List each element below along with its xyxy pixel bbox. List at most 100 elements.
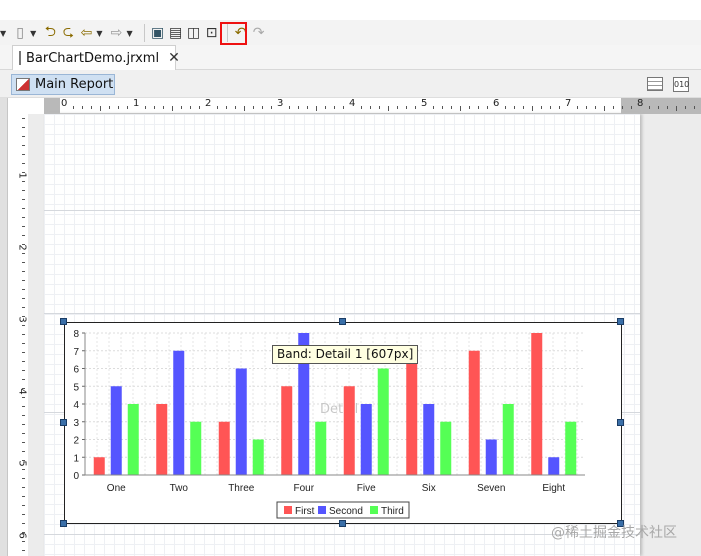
ruler-tick: [22, 406, 25, 407]
legend-swatch: [318, 506, 326, 514]
ruler-tick: [22, 379, 25, 380]
ruler-tick: [649, 106, 650, 109]
redo-icon[interactable]: ⮎: [60, 22, 76, 44]
close-icon[interactable]: ✕: [168, 50, 180, 66]
ruler-tick: [22, 397, 25, 398]
ruler-tick: [22, 280, 25, 281]
chevron-down-icon[interactable]: ▼: [96, 29, 102, 38]
ruler-label: 4: [16, 388, 28, 395]
ruler-tick: [289, 106, 290, 109]
ruler-tick: [532, 106, 533, 111]
band-button-highlight: [220, 22, 247, 45]
ruler-label: 1: [16, 172, 28, 179]
ruler-tick: [172, 106, 173, 111]
jrxml-file-icon: [19, 51, 21, 65]
ruler-tick: [22, 271, 25, 272]
resize-handle-mr[interactable]: [617, 419, 624, 426]
ruler-tick: [109, 106, 110, 109]
x-tick-label: Eight: [542, 483, 565, 494]
ruler-label: 4: [349, 98, 356, 109]
ruler-tick: [199, 106, 200, 109]
bar: [343, 386, 355, 475]
chevron-down-icon[interactable]: ▼: [0, 29, 6, 38]
ruler-tick: [22, 415, 25, 416]
editor-tabbar: BarChartDemo.jrxml ✕: [0, 45, 701, 70]
resize-handle-tm[interactable]: [339, 318, 346, 325]
tab-label: BarChartDemo.jrxml: [26, 50, 160, 66]
ruler-tick: [244, 106, 245, 111]
band-separator: [44, 210, 640, 211]
layout-icon[interactable]: [647, 77, 663, 91]
ruler-tick: [22, 550, 25, 551]
resize-handle-bm[interactable]: [339, 520, 346, 527]
bar: [190, 421, 202, 475]
resize-handle-tl[interactable]: [60, 318, 67, 325]
back-icon[interactable]: ⇦: [78, 22, 94, 44]
ruler-tick: [22, 361, 25, 362]
ruler-label: 7: [565, 98, 572, 109]
ruler-tick: [469, 106, 470, 109]
x-tick-label: One: [107, 483, 126, 494]
bar: [548, 457, 560, 475]
ruler-tick: [460, 106, 461, 111]
ruler-tick: [22, 181, 25, 182]
bar: [468, 350, 480, 475]
ruler-tick: [334, 106, 335, 109]
ruler-tick: [22, 298, 25, 299]
chevron-down-icon[interactable]: ▼: [126, 29, 132, 38]
ruler-label: 5: [421, 98, 428, 109]
resize-handle-bl[interactable]: [60, 520, 67, 527]
bar: [360, 404, 372, 475]
bar: [252, 439, 264, 475]
next-icon[interactable]: ↷: [251, 22, 267, 44]
tab-barchartdemo[interactable]: BarChartDemo.jrxml ✕: [12, 45, 180, 70]
ruler-tick: [658, 106, 659, 109]
select-icon[interactable]: ⊡: [204, 22, 220, 44]
ruler-tick: [22, 370, 25, 371]
view-icons: 010: [647, 77, 689, 92]
chevron-down-icon[interactable]: ▼: [30, 29, 36, 38]
ruler-tick: [550, 106, 551, 109]
binary-view-icon[interactable]: 010: [673, 77, 689, 92]
ruler-tick: [22, 478, 25, 479]
ruler-tick: [127, 106, 128, 109]
pan-icon[interactable]: ▯: [12, 22, 28, 44]
ruler-tick: [361, 106, 362, 109]
ruler-tick: [487, 106, 488, 109]
undo-icon[interactable]: ⮌: [42, 22, 58, 44]
band-icon[interactable]: ▤: [168, 22, 184, 44]
bar: [127, 404, 139, 475]
ruler-tick: [433, 106, 434, 109]
ruler-tick: [217, 106, 218, 109]
ruler-label: 1: [133, 98, 140, 109]
ruler-tick: [22, 208, 25, 209]
forward-icon[interactable]: ⇨: [108, 22, 124, 44]
ruler-tick: [22, 424, 25, 425]
ruler-tick: [22, 154, 25, 155]
x-tick-label: Six: [422, 483, 436, 494]
watermark: @稀土掘金技术社区: [551, 525, 677, 541]
resize-handle-tr[interactable]: [617, 318, 624, 325]
ruler-tick: [73, 106, 74, 109]
ruler-tick: [379, 106, 380, 109]
ruler-tick: [82, 106, 83, 109]
add-element-icon[interactable]: ▣: [150, 22, 166, 44]
bar: [110, 386, 122, 475]
side-panel-edge: [0, 98, 8, 556]
resize-handle-ml[interactable]: [60, 419, 67, 426]
tab-main-report[interactable]: Main Report: [11, 74, 115, 95]
bar: [440, 421, 452, 475]
ruler-tick: [451, 106, 452, 109]
ruler-label: 6: [16, 532, 28, 539]
ruler-tick: [22, 523, 25, 524]
bar: [218, 421, 230, 475]
ruler-margin-left: [44, 98, 60, 114]
bar: [406, 350, 418, 475]
ruler-tick: [22, 388, 25, 389]
ruler-label: 0: [61, 98, 68, 109]
ruler-tick: [343, 106, 344, 109]
align-icon[interactable]: ◫: [186, 22, 202, 44]
ruler-tick: [22, 226, 25, 227]
ruler-tick: [22, 145, 25, 146]
ruler-label: 5: [16, 460, 28, 467]
